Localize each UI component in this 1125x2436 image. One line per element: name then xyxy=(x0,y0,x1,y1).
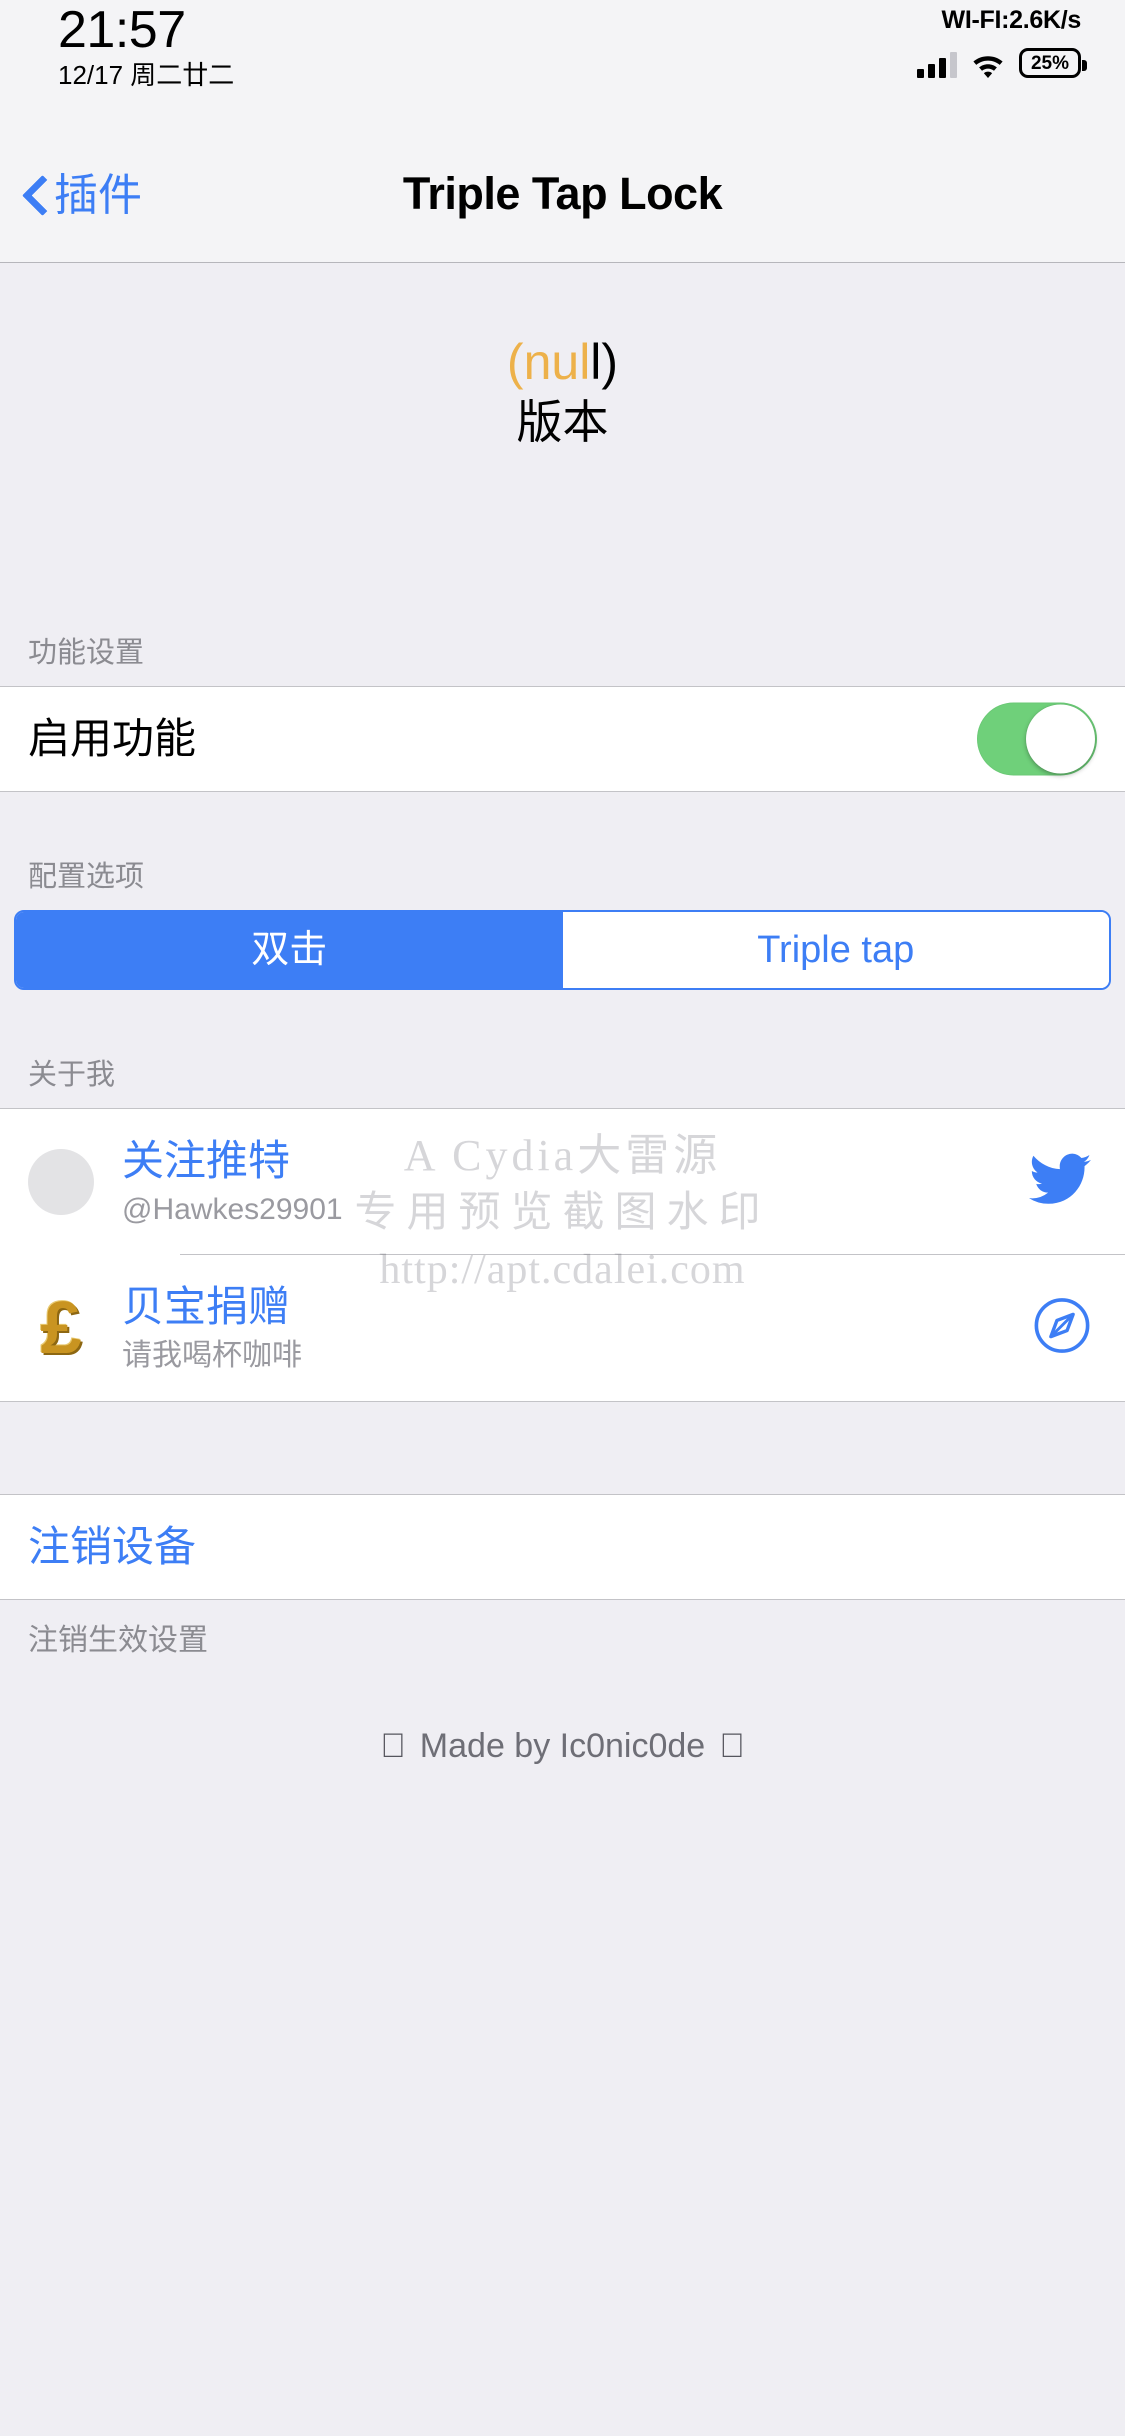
feature-group: 启用功能 xyxy=(0,686,1125,792)
about-row-twitter[interactable]: 关注推特 @Hawkes29901 xyxy=(0,1109,1125,1255)
respring-row[interactable]: 注销设备 xyxy=(0,1495,1125,1599)
apple-logo-icon:  xyxy=(380,1729,406,1763)
respring-group: 注销设备 xyxy=(0,1494,1125,1600)
about-paypal-subtitle: 请我喝杯咖啡 xyxy=(122,1339,302,1372)
section-header-feature: 功能设置 xyxy=(28,637,145,669)
version-value-prefix: (nul xyxy=(506,334,591,390)
apple-logo-icon:  xyxy=(719,1729,745,1763)
segment-double-tap[interactable]: 双击 xyxy=(16,912,563,988)
navigation-bar: 插件 Triple Tap Lock xyxy=(0,96,1125,263)
version-label: 版本 xyxy=(516,396,609,448)
gesture-segmented-control[interactable]: 双击 Triple tap xyxy=(14,910,1111,990)
about-twitter-title: 关注推特 xyxy=(122,1137,291,1184)
enable-feature-label: 启用功能 xyxy=(28,715,197,762)
about-twitter-handle: @Hawkes29901 xyxy=(122,1193,343,1226)
respring-footnote: 注销生效设置 xyxy=(28,1624,208,1657)
wifi-icon xyxy=(971,52,1005,78)
settings-content: (null) 版本 功能设置 启用功能 配置选项 双击 Triple tap 关… xyxy=(0,264,1125,2436)
pound-sterling-icon: £ xyxy=(40,1286,82,1369)
avatar-placeholder-icon xyxy=(28,1149,94,1215)
status-bar: 21:57 12/17 周二廿二 WI-FI:2.6K/s 25% xyxy=(0,0,1125,96)
enable-feature-toggle[interactable] xyxy=(977,702,1097,776)
status-time: 21:57 xyxy=(58,1,186,59)
phone-screen: 21:57 12/17 周二廿二 WI-FI:2.6K/s 25% 插件 Tri… xyxy=(0,0,1125,2436)
status-bar-left: 21:57 12/17 周二廿二 xyxy=(58,2,234,90)
segment-triple-tap[interactable]: Triple tap xyxy=(562,912,1109,988)
respring-label: 注销设备 xyxy=(28,1523,197,1570)
about-row-texts: 贝宝捐赠 请我喝杯咖啡 xyxy=(122,1281,302,1375)
signal-bars-icon xyxy=(917,52,957,78)
about-group: 关注推特 @Hawkes29901 £ 贝宝捐赠 请我喝杯咖啡 xyxy=(0,1108,1125,1402)
footer-credit:  Made by Ic0nic0de  xyxy=(0,1726,1125,1766)
segmented-control-wrap: 双击 Triple tap xyxy=(0,910,1125,990)
version-value-suffix: l) xyxy=(590,334,619,390)
version-header: (null) 版本 xyxy=(0,264,1125,544)
about-paypal-title: 贝宝捐赠 xyxy=(122,1283,291,1330)
version-value: (null) xyxy=(507,333,618,391)
page-title: Triple Tap Lock xyxy=(402,168,723,219)
section-header-config: 配置选项 xyxy=(28,861,145,893)
status-network-speed: WI-FI:2.6K/s xyxy=(941,6,1082,34)
status-bar-icons: 25% xyxy=(917,44,1087,78)
footer-credit-text: Made by Ic0nic0de xyxy=(407,1727,705,1765)
status-date: 12/17 周二廿二 xyxy=(58,60,235,90)
twitter-bird-icon[interactable] xyxy=(1029,1153,1091,1211)
safari-compass-icon[interactable] xyxy=(1033,1297,1091,1360)
about-row-paypal[interactable]: £ 贝宝捐赠 请我喝杯咖啡 xyxy=(0,1255,1125,1401)
status-bar-right: WI-FI:2.6K/s 25% xyxy=(917,6,1087,78)
battery-icon: 25% xyxy=(1019,48,1087,78)
about-row-texts: 关注推特 @Hawkes29901 xyxy=(122,1135,343,1229)
section-header-about: 关于我 xyxy=(28,1059,116,1091)
toggle-knob xyxy=(1026,704,1095,774)
battery-percent: 25% xyxy=(1030,52,1070,74)
enable-feature-row[interactable]: 启用功能 xyxy=(0,687,1125,791)
